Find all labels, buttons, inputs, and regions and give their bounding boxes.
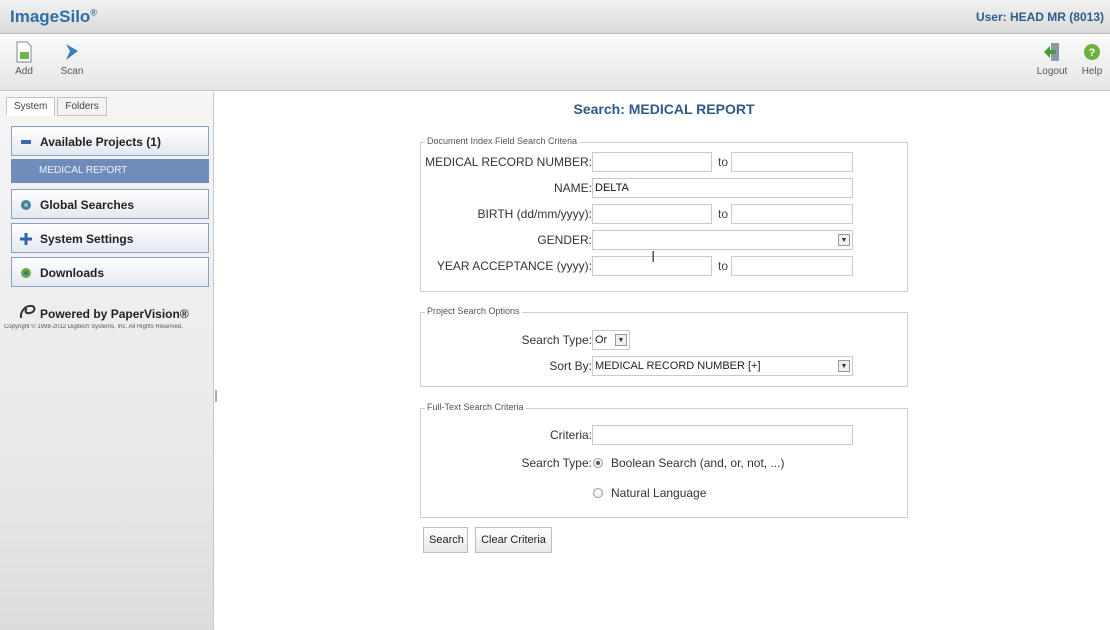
options-group-legend: Project Search Options <box>425 306 522 316</box>
index-group-legend: Document Index Field Search Criteria <box>425 136 580 146</box>
add-document-icon <box>16 41 32 63</box>
scan-icon <box>66 44 78 60</box>
available-projects-label: Available Projects (1) <box>40 135 161 149</box>
search-type-label: Search Type: <box>521 333 593 347</box>
app-logo: ImageSilo® <box>10 7 97 26</box>
downloads-label: Downloads <box>40 266 105 280</box>
to-label: to <box>718 207 729 221</box>
to-label: to <box>718 259 729 273</box>
logout-button[interactable]: Logout <box>1034 41 1070 77</box>
available-projects-button[interactable]: Available Projects (1) <box>11 126 209 156</box>
help-button[interactable]: ? Help <box>1076 41 1108 77</box>
natural-language-radio[interactable] <box>593 488 603 498</box>
help-icon: ? <box>1084 44 1100 60</box>
sort-by-select[interactable]: MEDICAL RECORD NUMBER [+] ▼ <box>592 356 853 376</box>
gender-select[interactable]: ▼ <box>592 230 853 250</box>
downloads-icon <box>21 268 31 278</box>
global-searches-button[interactable]: Global Searches <box>11 189 209 219</box>
system-settings-label: System Settings <box>40 232 134 246</box>
logout-label: Logout <box>1036 66 1068 77</box>
year-acceptance-label: YEAR ACCEPTANCE (yyyy): <box>436 259 592 273</box>
tab-system[interactable]: System <box>6 97 56 116</box>
downloads-button[interactable]: Downloads <box>11 257 209 287</box>
dropdown-arrow-icon: ▼ <box>838 360 850 372</box>
title-bar: ImageSilo® User: HEAD MR (8013) <box>0 0 1110 34</box>
clear-criteria-button[interactable]: Clear Criteria <box>475 527 552 553</box>
to-label: to <box>718 155 729 169</box>
globe-icon <box>21 200 31 210</box>
add-label: Add <box>15 66 33 77</box>
medical-record-label: MEDICAL RECORD NUMBER: <box>425 155 592 169</box>
add-button[interactable]: Add <box>8 41 40 77</box>
criteria-input[interactable] <box>592 425 853 445</box>
search-type-select[interactable]: Or ▼ <box>592 330 630 350</box>
sidebar-splitter[interactable] <box>215 390 217 402</box>
boolean-search-label[interactable]: Boolean Search (and, or, not, ...) <box>611 456 784 470</box>
name-input[interactable] <box>592 178 853 198</box>
criteria-label: Criteria: <box>549 428 592 442</box>
birth-label: BIRTH (dd/mm/yyyy): <box>477 207 592 221</box>
medical-record-from-input[interactable] <box>592 152 712 172</box>
search-button[interactable]: Search <box>423 527 468 553</box>
fulltext-group-legend: Full-Text Search Criteria <box>425 402 526 412</box>
dropdown-arrow-icon: ▼ <box>615 334 627 346</box>
name-label: NAME: <box>553 181 592 195</box>
boolean-search-radio[interactable] <box>593 458 603 468</box>
natural-language-label[interactable]: Natural Language <box>611 486 706 500</box>
sidebar-tabs: System Folders <box>6 97 109 117</box>
global-searches-label: Global Searches <box>40 198 135 212</box>
search-type-value: Or <box>595 334 608 346</box>
logout-icon <box>1044 43 1059 61</box>
toolbar: Add Scan Logout ? Help <box>0 35 1110 91</box>
sort-by-label: Sort By: <box>549 359 592 373</box>
medical-record-to-input[interactable] <box>731 152 853 172</box>
year-to-input[interactable] <box>731 256 853 276</box>
copyright: Copyright © 1998-2012 Digitech Systems, … <box>4 324 183 330</box>
birth-to-input[interactable] <box>731 204 853 224</box>
sort-by-value: MEDICAL RECORD NUMBER [+] <box>595 360 761 372</box>
text-cursor-icon: I <box>651 249 656 266</box>
powered-by: Powered by PaperVision® <box>18 303 189 321</box>
powered-by-label: Powered by PaperVision® <box>40 307 189 321</box>
user-info: User: HEAD MR (8013) <box>975 10 1104 24</box>
papervision-logo-icon <box>19 304 36 319</box>
scan-label: Scan <box>60 66 84 77</box>
fulltext-search-type-label: Search Type: <box>521 456 593 470</box>
plus-icon <box>20 233 32 245</box>
dropdown-arrow-icon: ▼ <box>838 234 850 246</box>
page-title: Search: MEDICAL REPORT <box>573 101 755 117</box>
tab-folders[interactable]: Folders <box>57 97 107 116</box>
scan-button[interactable]: Scan <box>56 41 88 77</box>
system-settings-button[interactable]: System Settings <box>11 223 209 253</box>
birth-from-input[interactable] <box>592 204 712 224</box>
help-label: Help <box>1081 66 1103 77</box>
project-item-medical-report[interactable]: MEDICAL REPORT <box>11 159 209 183</box>
svg-text:?: ? <box>1089 47 1096 59</box>
gender-label: GENDER: <box>537 233 592 247</box>
collapse-icon <box>21 140 31 144</box>
